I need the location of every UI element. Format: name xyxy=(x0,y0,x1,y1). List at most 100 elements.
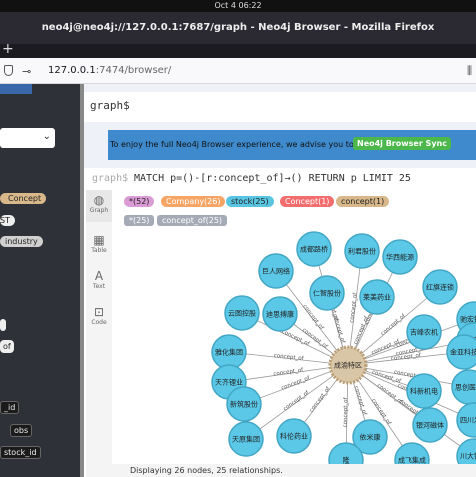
svg-text:云图控股: 云图控股 xyxy=(228,309,256,318)
svg-text:利君股份: 利君股份 xyxy=(348,247,376,256)
query-editor[interactable]: graph$ xyxy=(84,92,476,122)
sidebar-property-stock-id[interactable]: stock_id xyxy=(0,446,41,459)
svg-text:成飞集成: 成飞集成 xyxy=(398,456,426,465)
relationship-label: concept_of xyxy=(331,313,345,344)
key-icon[interactable]: ⊸ xyxy=(22,65,31,78)
code-icon: ⊡ xyxy=(93,305,105,319)
address-bar[interactable]: ⊸ 127.0.0.1:7474/browser/ ⫼ xyxy=(0,58,476,84)
svg-text:川大智胜: 川大智胜 xyxy=(460,452,476,461)
svg-text:依米康: 依米康 xyxy=(360,433,381,442)
graph-node[interactable]: 川大智胜 xyxy=(456,438,476,464)
graph-node[interactable]: 吉峰农机 xyxy=(406,314,442,350)
svg-text:银河磁体: 银河磁体 xyxy=(416,421,444,430)
database-select[interactable]: ⌄ xyxy=(0,128,55,148)
graph-node[interactable]: 科伦药业 xyxy=(276,418,312,454)
svg-text:仁智股份: 仁智股份 xyxy=(313,289,341,298)
relationship-label: concept_of xyxy=(283,389,312,412)
relationship-label: concept_of xyxy=(273,367,305,377)
graph-node[interactable]: 金亚科技 xyxy=(446,334,476,370)
graph-node[interactable]: 成飞集成 xyxy=(394,442,430,465)
svg-text:成渝特区: 成渝特区 xyxy=(334,361,362,370)
graph-node[interactable]: 巨人网络 xyxy=(258,253,294,289)
graph-node[interactable]: 仁智股份 xyxy=(309,275,345,311)
pill-all-nodes[interactable]: *(52) xyxy=(124,196,155,207)
svg-text:雅化集团: 雅化集团 xyxy=(215,348,243,357)
sidebar-label-industry[interactable]: industry xyxy=(0,236,43,247)
svg-text:迪思搏康: 迪思搏康 xyxy=(266,310,294,319)
relationship-label: concept_of xyxy=(273,353,305,362)
graph-node[interactable]: 利君股份 xyxy=(344,233,380,269)
graph-node-center[interactable]: 成渝特区 xyxy=(328,345,368,385)
relationship-label: concept_of xyxy=(380,313,408,338)
svg-text:吉峰农机: 吉峰农机 xyxy=(410,328,438,337)
sync-banner: To enjoy the full Neo4j Browser experien… xyxy=(108,130,476,160)
graph-node[interactable]: 迪思搏康 xyxy=(262,296,298,332)
svg-text:金亚科技: 金亚科技 xyxy=(450,348,476,357)
browser-sync-button[interactable]: Neo4j Browser Sync xyxy=(353,137,451,150)
frame-query[interactable]: MATCH p=()-[r:concept_of]→() RETURN p LI… xyxy=(134,173,411,184)
new-tab-button[interactable]: + xyxy=(2,41,14,57)
svg-text:科新机电: 科新机电 xyxy=(410,387,438,396)
graph-node[interactable]: 雅化集团 xyxy=(211,334,247,370)
tool-graph[interactable]: ◍ Graph xyxy=(86,190,112,222)
frame-header: graph$ MATCH p=()-[r:concept_of]→() RETU… xyxy=(84,170,476,188)
window-title-bar: neo4j@neo4j://127.0.0.1:7687/graph - Neo… xyxy=(0,12,476,44)
graph-node[interactable]: 莱美药业 xyxy=(359,279,395,315)
svg-text:成都路桥: 成都路桥 xyxy=(300,245,328,254)
graph-node[interactable]: 红旗连锁 xyxy=(422,269,458,305)
graph-node[interactable]: 华西能源 xyxy=(382,239,418,275)
sidebar-header-strip xyxy=(0,84,32,94)
graph-node[interactable]: 银河磁体 xyxy=(412,407,448,443)
graph-canvas[interactable]: concept_ofconcept_of concept_of concept_of… xyxy=(112,224,476,464)
sidebar-edge-mark-t xyxy=(0,319,6,331)
text-icon: A xyxy=(94,269,104,283)
url-text[interactable]: 127.0.0.1:7474/browser/ xyxy=(48,65,171,76)
svg-text:科伦药业: 科伦药业 xyxy=(280,432,308,441)
tool-table[interactable]: ▦ Table xyxy=(86,230,112,262)
svg-text:天齐锂业: 天齐锂业 xyxy=(215,378,243,387)
sidebar-property-id[interactable]: _id xyxy=(0,401,20,414)
frame-prompt: graph$ xyxy=(92,173,129,184)
graph-node[interactable]: 新筑股份 xyxy=(226,386,262,422)
sidebar-label-st[interactable]: ST xyxy=(0,215,15,226)
graph-icon: ◍ xyxy=(93,193,105,207)
svg-text:新筑股份: 新筑股份 xyxy=(230,400,258,409)
library-icon[interactable]: ⫼ xyxy=(467,64,472,78)
graph-node[interactable]: 科新机电 xyxy=(406,373,442,409)
sidebar-edge-mark-of[interactable]: of xyxy=(0,340,14,353)
svg-text:莱美药业: 莱美药业 xyxy=(363,293,391,302)
svg-text:华西能源: 华西能源 xyxy=(386,253,414,262)
graph-node[interactable]: 成都路桥 xyxy=(296,231,332,267)
graph-node[interactable]: 云图控股 xyxy=(224,295,260,331)
table-icon: ▦ xyxy=(93,233,105,247)
relationship-label: concept_of xyxy=(281,375,312,392)
chevron-down-icon: ⌄ xyxy=(42,131,51,142)
svg-text:天原集团: 天原集团 xyxy=(232,435,260,444)
graph-node[interactable]: 天原集团 xyxy=(228,421,264,457)
window-title: neo4j@neo4j://127.0.0.1:7687/graph - Neo… xyxy=(41,22,435,33)
pill-stock[interactable]: stock(25) xyxy=(226,196,274,207)
tool-code[interactable]: ⊡ Code xyxy=(86,302,112,334)
editor-prompt: graph$ xyxy=(90,99,130,112)
pill-concept-lower[interactable]: concept(1) xyxy=(336,196,390,207)
pill-company[interactable]: Company(26) xyxy=(161,196,226,207)
svg-text:巨人网络: 巨人网络 xyxy=(262,267,290,276)
svg-text:红旗连锁: 红旗连锁 xyxy=(426,283,454,292)
shield-icon[interactable] xyxy=(4,65,13,76)
url-host: 127.0.0.1 xyxy=(48,65,96,76)
svg-text:四川发展: 四川发展 xyxy=(460,416,476,425)
graph-node[interactable]: 思创医惠 xyxy=(451,369,476,405)
svg-text:驰宏锌锗: 驰宏锌锗 xyxy=(460,315,476,324)
status-bar: Displaying 26 nodes, 25 relationships. xyxy=(112,464,476,477)
status-text: Displaying 26 nodes, 25 relationships. xyxy=(130,466,283,475)
tab-strip: + xyxy=(0,41,476,58)
banner-text: To enjoy the full Neo4j Browser experien… xyxy=(110,140,371,149)
svg-text:隆: 隆 xyxy=(343,456,350,465)
sidebar-label-concept[interactable]: Concept xyxy=(0,193,47,204)
pill-concept-upper[interactable]: Concept(1) xyxy=(280,196,335,207)
sidebar-property-obs[interactable]: obs xyxy=(10,424,33,437)
svg-text:思创医惠: 思创医惠 xyxy=(455,383,476,392)
tool-text[interactable]: A Text xyxy=(86,266,112,298)
view-switcher: ◍ Graph ▦ Table A Text ⊡ Code xyxy=(86,190,112,477)
graph-node[interactable]: 四川发展 xyxy=(456,402,476,438)
